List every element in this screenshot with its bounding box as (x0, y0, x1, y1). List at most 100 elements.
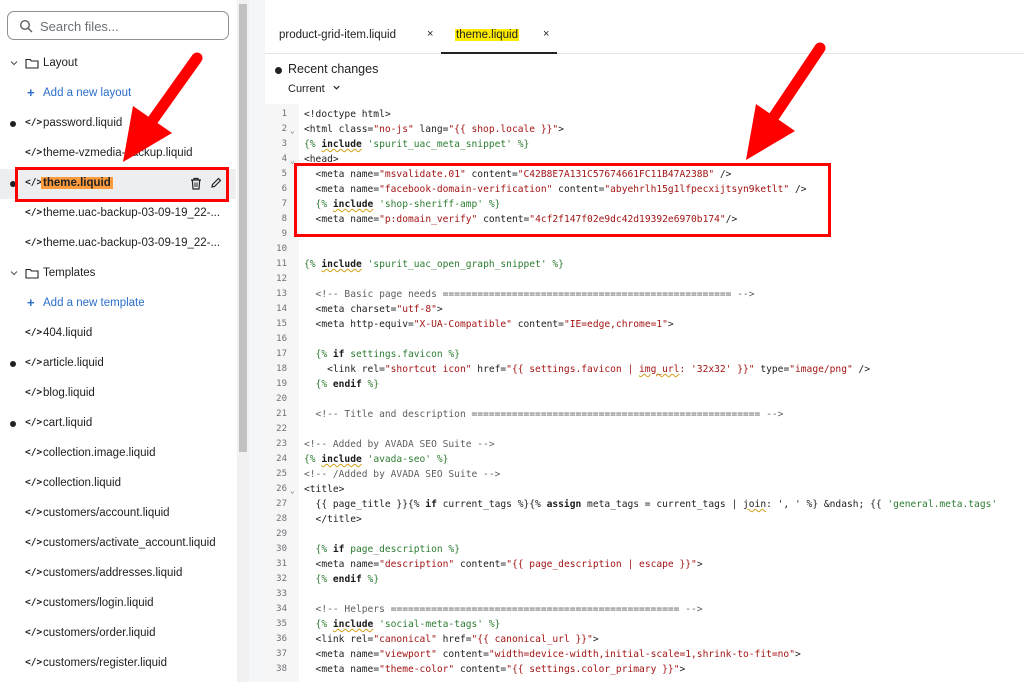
file-label: theme.uac-backup-03-09-19_22-... (43, 207, 221, 219)
line-number: 3 (281, 139, 287, 149)
tab-label: product-grid-item.liquid (279, 29, 396, 41)
line-number: 24 (276, 454, 287, 464)
code-line: <html class="no-js" lang="{{ shop.locale… (304, 124, 564, 135)
file-item-customers-order[interactable]: </> customers/order.liquid (0, 619, 236, 649)
file-label: cart.liquid (43, 417, 93, 429)
code-line: {{ page_title }}{% if current_tags %}{% … (304, 499, 998, 510)
code-line: <!-- Added by AVADA SEO Suite --> (304, 439, 495, 450)
file-item-blog[interactable]: </> blog.liquid (0, 379, 236, 409)
unsaved-dot-icon (275, 67, 282, 74)
code-file-icon: </> (25, 237, 43, 248)
code-line: {% include 'spurit_uac_open_graph_snippe… (304, 259, 564, 270)
code-line: {% include 'social-meta-tags' %} (304, 619, 501, 630)
tab-label: theme.liquid (455, 29, 520, 41)
fold-chevron-icon[interactable]: ⌄ (290, 483, 295, 498)
code-line: {% include 'avada-seo' %} (304, 454, 449, 465)
add-new-template-label: Add a new template (43, 297, 145, 309)
code-line: {% endif %} (304, 574, 380, 585)
folder-icon (25, 58, 39, 69)
file-label: 404.liquid (43, 327, 93, 339)
line-number: 21 (276, 409, 287, 419)
file-item-customers-account[interactable]: </> customers/account.liquid (0, 499, 236, 529)
search-placeholder: Search files... (40, 19, 119, 34)
fold-chevron-icon[interactable]: ⌄ (290, 123, 295, 138)
search-files-input[interactable]: Search files... (7, 11, 229, 40)
file-item-404[interactable]: </> 404.liquid (0, 319, 236, 349)
code-line: </title> (304, 514, 362, 525)
file-item-theme-uac-backup-1[interactable]: </> theme.uac-backup-03-09-19_22-... (0, 199, 236, 229)
line-number: 7 (281, 199, 287, 209)
code-line: {% include 'spurit_uac_meta_snippet' %} (304, 139, 530, 150)
file-item-cart[interactable]: </> cart.liquid (0, 409, 236, 439)
file-item-password[interactable]: </> password.liquid (0, 109, 236, 139)
file-item-theme-uac-backup-2[interactable]: </> theme.uac-backup-03-09-19_22-... (0, 229, 236, 259)
line-number: 4 (281, 154, 287, 164)
code-file-icon: </> (25, 357, 43, 368)
version-select[interactable]: Current (288, 83, 341, 95)
line-number: 28 (276, 514, 287, 524)
code-file-icon: </> (25, 327, 43, 338)
line-number: 18 (276, 364, 287, 374)
line-number: 13 (276, 289, 287, 299)
code-file-icon: </> (25, 657, 43, 668)
tab-theme-liquid[interactable]: theme.liquid × (441, 16, 557, 54)
file-label: password.liquid (43, 117, 123, 129)
add-new-layout-link[interactable]: + Add a new layout (0, 79, 236, 109)
line-number: 8 (281, 214, 287, 224)
unsaved-dot-icon (10, 421, 16, 427)
code-file-icon: </> (25, 507, 43, 518)
line-number: 5 (281, 169, 287, 179)
code-line: <link rel="canonical" href="{{ canonical… (304, 634, 599, 645)
code-line: <!-- /Added by AVADA SEO Suite --> (304, 469, 501, 480)
code-line: <meta http-equiv="X-UA-Compatible" conte… (304, 319, 674, 330)
line-number: 27 (276, 499, 287, 509)
folder-layout-label: Layout (43, 57, 78, 69)
code-file-icon: </> (25, 117, 43, 128)
tab-product-grid-item[interactable]: product-grid-item.liquid × (265, 16, 441, 54)
line-number: 11 (276, 259, 287, 269)
chevron-down-icon (333, 85, 340, 90)
add-new-template-link[interactable]: + Add a new template (0, 289, 236, 319)
file-item-collection[interactable]: </> collection.liquid (0, 469, 236, 499)
code-line: <meta charset="utf-8"> (304, 304, 443, 315)
line-number: 6 (281, 184, 287, 194)
file-item-customers-activate-account[interactable]: </> customers/activate_account.liquid (0, 529, 236, 559)
file-item-collection-image[interactable]: </> collection.image.liquid (0, 439, 236, 469)
file-item-theme-vzmedia-backup[interactable]: </> theme-vzmedia-backup.liquid (0, 139, 236, 169)
line-number: 38 (276, 664, 287, 674)
line-number: 12 (276, 274, 287, 284)
file-item-article[interactable]: </> article.liquid (0, 349, 236, 379)
plus-icon: + (27, 295, 35, 310)
line-number: 30 (276, 544, 287, 554)
close-icon[interactable]: × (543, 28, 549, 40)
file-label: customers/activate_account.liquid (43, 537, 216, 549)
file-item-customers-addresses[interactable]: </> customers/addresses.liquid (0, 559, 236, 589)
version-select-value: Current (288, 83, 325, 95)
editor-tabs: product-grid-item.liquid × theme.liquid … (265, 16, 1024, 54)
panel-divider (249, 0, 265, 682)
file-item-customers-login[interactable]: </> customers/login.liquid (0, 589, 236, 619)
line-number: 29 (276, 529, 287, 539)
line-number: 20 (276, 394, 287, 404)
code-file-icon: </> (25, 147, 43, 158)
folder-templates[interactable]: Templates (0, 259, 236, 289)
unsaved-dot-icon (10, 361, 16, 367)
add-new-layout-label: Add a new layout (43, 87, 132, 99)
line-number: 31 (276, 559, 287, 569)
sidebar-scrollbar-thumb[interactable] (239, 4, 247, 452)
line-number: 17 (276, 349, 287, 359)
code-file-icon: </> (25, 627, 43, 638)
code-line: <meta name="theme-color" content="{{ set… (304, 664, 686, 675)
unsaved-dot-icon (10, 121, 16, 127)
file-label: blog.liquid (43, 387, 95, 399)
code-line: {% if page_description %} (304, 544, 460, 555)
file-sidebar: Search files... Layout + Add a new layou… (0, 0, 236, 682)
file-item-customers-register[interactable]: </> customers/register.liquid (0, 649, 236, 679)
file-label: customers/login.liquid (43, 597, 154, 609)
close-icon[interactable]: × (427, 28, 433, 40)
file-label: collection.liquid (43, 477, 121, 489)
folder-layout[interactable]: Layout (0, 49, 236, 79)
code-file-icon: </> (25, 597, 43, 608)
file-label: customers/register.liquid (43, 657, 167, 669)
code-file-icon: </> (25, 207, 43, 218)
